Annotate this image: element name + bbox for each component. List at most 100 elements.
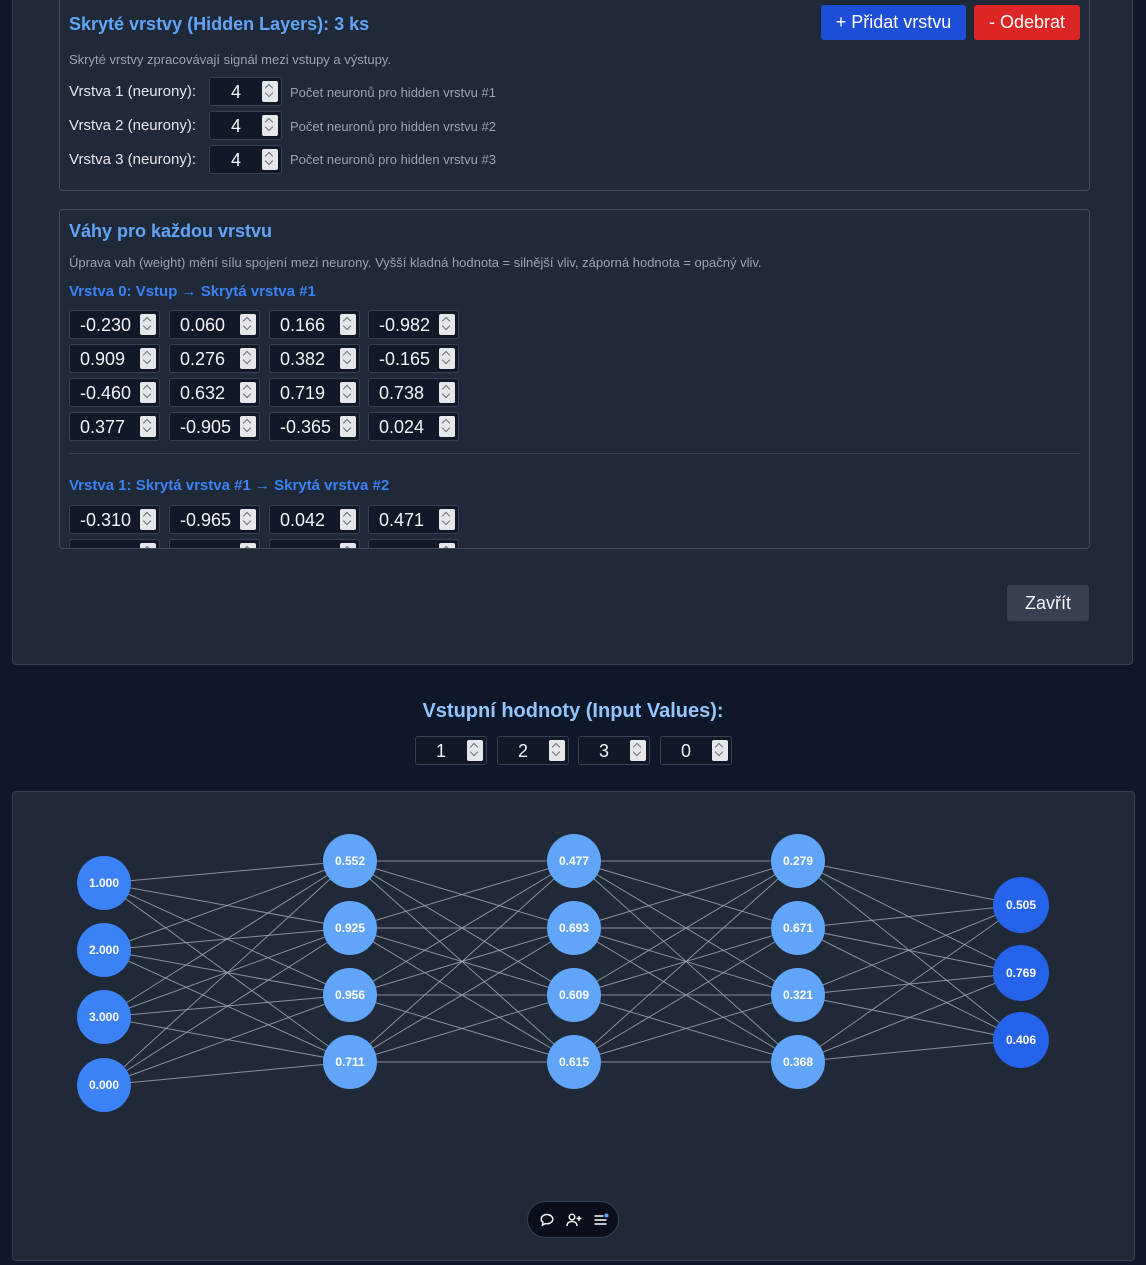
spinner-icon[interactable] bbox=[240, 348, 256, 369]
spinner-icon[interactable] bbox=[630, 740, 646, 761]
spinner-icon[interactable] bbox=[549, 740, 565, 761]
spinner-icon[interactable] bbox=[262, 115, 278, 136]
connection-line bbox=[103, 927, 351, 1086]
weight-value: 0.060 bbox=[180, 315, 226, 335]
connection-line bbox=[103, 860, 351, 1086]
spinner-icon[interactable] bbox=[240, 509, 256, 530]
weight-input[interactable]: -0.905 bbox=[169, 412, 260, 441]
spinner-icon[interactable] bbox=[340, 509, 356, 530]
input-value-field[interactable]: 3 bbox=[578, 736, 650, 765]
hidden-layers-description: Skryté vrstvy zpracovávají signál mezi v… bbox=[69, 52, 391, 67]
spinner-icon[interactable] bbox=[240, 543, 256, 548]
weight-input[interactable]: -0.365 bbox=[269, 412, 360, 441]
weight-input[interactable]: 0.382 bbox=[269, 344, 360, 373]
spinner-icon[interactable] bbox=[340, 348, 356, 369]
neuron-value-label: 0.279 bbox=[783, 854, 813, 868]
layer-3-label: Vrstva 3 (neurony): bbox=[69, 151, 196, 168]
neuron-value-label: 0.615 bbox=[559, 1055, 589, 1069]
neuron-value-label: 3.000 bbox=[89, 1010, 119, 1024]
spinner-icon[interactable] bbox=[439, 509, 455, 530]
weight-input[interactable]: -0.310 bbox=[69, 505, 160, 534]
neuron-value-label: 2.000 bbox=[89, 943, 119, 957]
add-layer-button[interactable]: + Přidat vrstvu bbox=[821, 5, 966, 40]
spinner-icon[interactable] bbox=[140, 543, 156, 548]
neuron-value-label: 0.477 bbox=[559, 854, 589, 868]
weight-input[interactable]: -0.965 bbox=[169, 505, 260, 534]
weight-input[interactable]: 0.632 bbox=[169, 378, 260, 407]
weight-input[interactable]: 0.024 bbox=[368, 412, 459, 441]
remove-layer-button[interactable]: - Odebrat bbox=[974, 5, 1080, 40]
weight-value: 0.042 bbox=[280, 510, 326, 530]
weight-input[interactable] bbox=[169, 539, 260, 548]
spinner-icon[interactable] bbox=[262, 81, 278, 102]
spinner-icon[interactable] bbox=[439, 314, 455, 335]
spinner-icon[interactable] bbox=[439, 382, 455, 403]
spinner-icon[interactable] bbox=[240, 416, 256, 437]
layer-2-neurons-input[interactable]: 4 bbox=[209, 111, 282, 140]
spinner-icon[interactable] bbox=[140, 509, 156, 530]
weight-input[interactable]: 0.471 bbox=[368, 505, 459, 534]
hidden-layers-title: Skryté vrstvy (Hidden Layers): 3 ks bbox=[69, 14, 370, 34]
weight-input[interactable]: 0.377 bbox=[69, 412, 160, 441]
weights-title: Váhy pro každou vrstvu bbox=[69, 221, 273, 241]
spinner-icon[interactable] bbox=[240, 382, 256, 403]
weight-value: -0.165 bbox=[379, 349, 431, 369]
input-value-field[interactable]: 1 bbox=[415, 736, 487, 765]
spinner-icon[interactable] bbox=[340, 543, 356, 548]
input-value-field[interactable]: 0 bbox=[660, 736, 732, 765]
layer-2-neurons-value: 4 bbox=[231, 116, 242, 136]
spinner-icon[interactable] bbox=[439, 348, 455, 369]
layer-3-neurons-value: 4 bbox=[231, 150, 242, 170]
spinner-icon[interactable] bbox=[140, 348, 156, 369]
spinner-icon[interactable] bbox=[467, 740, 483, 761]
add-user-icon[interactable] bbox=[565, 1212, 583, 1228]
neuron-value-label: 0.711 bbox=[335, 1055, 365, 1069]
weight-input[interactable]: -0.165 bbox=[368, 344, 459, 373]
connection-line bbox=[103, 994, 351, 1086]
neuron-value-label: 0.769 bbox=[1006, 966, 1036, 980]
weight-input[interactable]: 0.276 bbox=[169, 344, 260, 373]
weight-input[interactable]: 0.909 bbox=[69, 344, 160, 373]
weight-value: 0.738 bbox=[379, 383, 425, 403]
layer-1-neurons-input[interactable]: 4 bbox=[209, 77, 282, 106]
neuron-value-label: 0.609 bbox=[559, 988, 589, 1002]
input-value: 3 bbox=[599, 741, 610, 761]
weights-panel: Váhy pro každou vrstvu Úprava vah (weigh… bbox=[59, 209, 1090, 549]
weight-input[interactable]: -0.982 bbox=[368, 310, 459, 339]
layer-3-hint: Počet neuronů pro hidden vrstvu #3 bbox=[290, 152, 496, 167]
connection-line bbox=[797, 1039, 1022, 1063]
weight-value: -0.310 bbox=[80, 510, 132, 530]
weight-value: -0.230 bbox=[80, 315, 132, 335]
spinner-icon[interactable] bbox=[140, 416, 156, 437]
weight-input[interactable]: 0.738 bbox=[368, 378, 459, 407]
spinner-icon[interactable] bbox=[439, 416, 455, 437]
spinner-icon[interactable] bbox=[262, 149, 278, 170]
spinner-icon[interactable] bbox=[340, 382, 356, 403]
weight-input[interactable] bbox=[69, 539, 160, 548]
layer-3-neurons-input[interactable]: 4 bbox=[209, 145, 282, 174]
weight-input[interactable]: 0.719 bbox=[269, 378, 360, 407]
spinner-icon[interactable] bbox=[340, 314, 356, 335]
neuron-value-label: 0.505 bbox=[1006, 898, 1036, 912]
weight-input[interactable] bbox=[269, 539, 360, 548]
weight-input[interactable]: -0.230 bbox=[69, 310, 160, 339]
weight-input[interactable]: -0.460 bbox=[69, 378, 160, 407]
weight-value: -0.905 bbox=[180, 417, 232, 437]
spinner-icon[interactable] bbox=[140, 314, 156, 335]
weight-value: -0.982 bbox=[379, 315, 431, 335]
spinner-icon[interactable] bbox=[340, 416, 356, 437]
spinner-icon[interactable] bbox=[712, 740, 728, 761]
weight-input[interactable] bbox=[368, 539, 459, 548]
weight-input[interactable]: 0.042 bbox=[269, 505, 360, 534]
spinner-icon[interactable] bbox=[140, 382, 156, 403]
floating-toolbar bbox=[527, 1201, 619, 1238]
weight-value: 0.166 bbox=[280, 315, 326, 335]
input-value-field[interactable]: 2 bbox=[497, 736, 569, 765]
weight-input[interactable]: 0.166 bbox=[269, 310, 360, 339]
chat-bubble-icon[interactable] bbox=[539, 1212, 555, 1228]
spinner-icon[interactable] bbox=[439, 543, 455, 548]
spinner-icon[interactable] bbox=[240, 314, 256, 335]
list-menu-icon[interactable] bbox=[593, 1212, 609, 1228]
close-button[interactable]: Zavřít bbox=[1007, 585, 1089, 621]
weight-input[interactable]: 0.060 bbox=[169, 310, 260, 339]
